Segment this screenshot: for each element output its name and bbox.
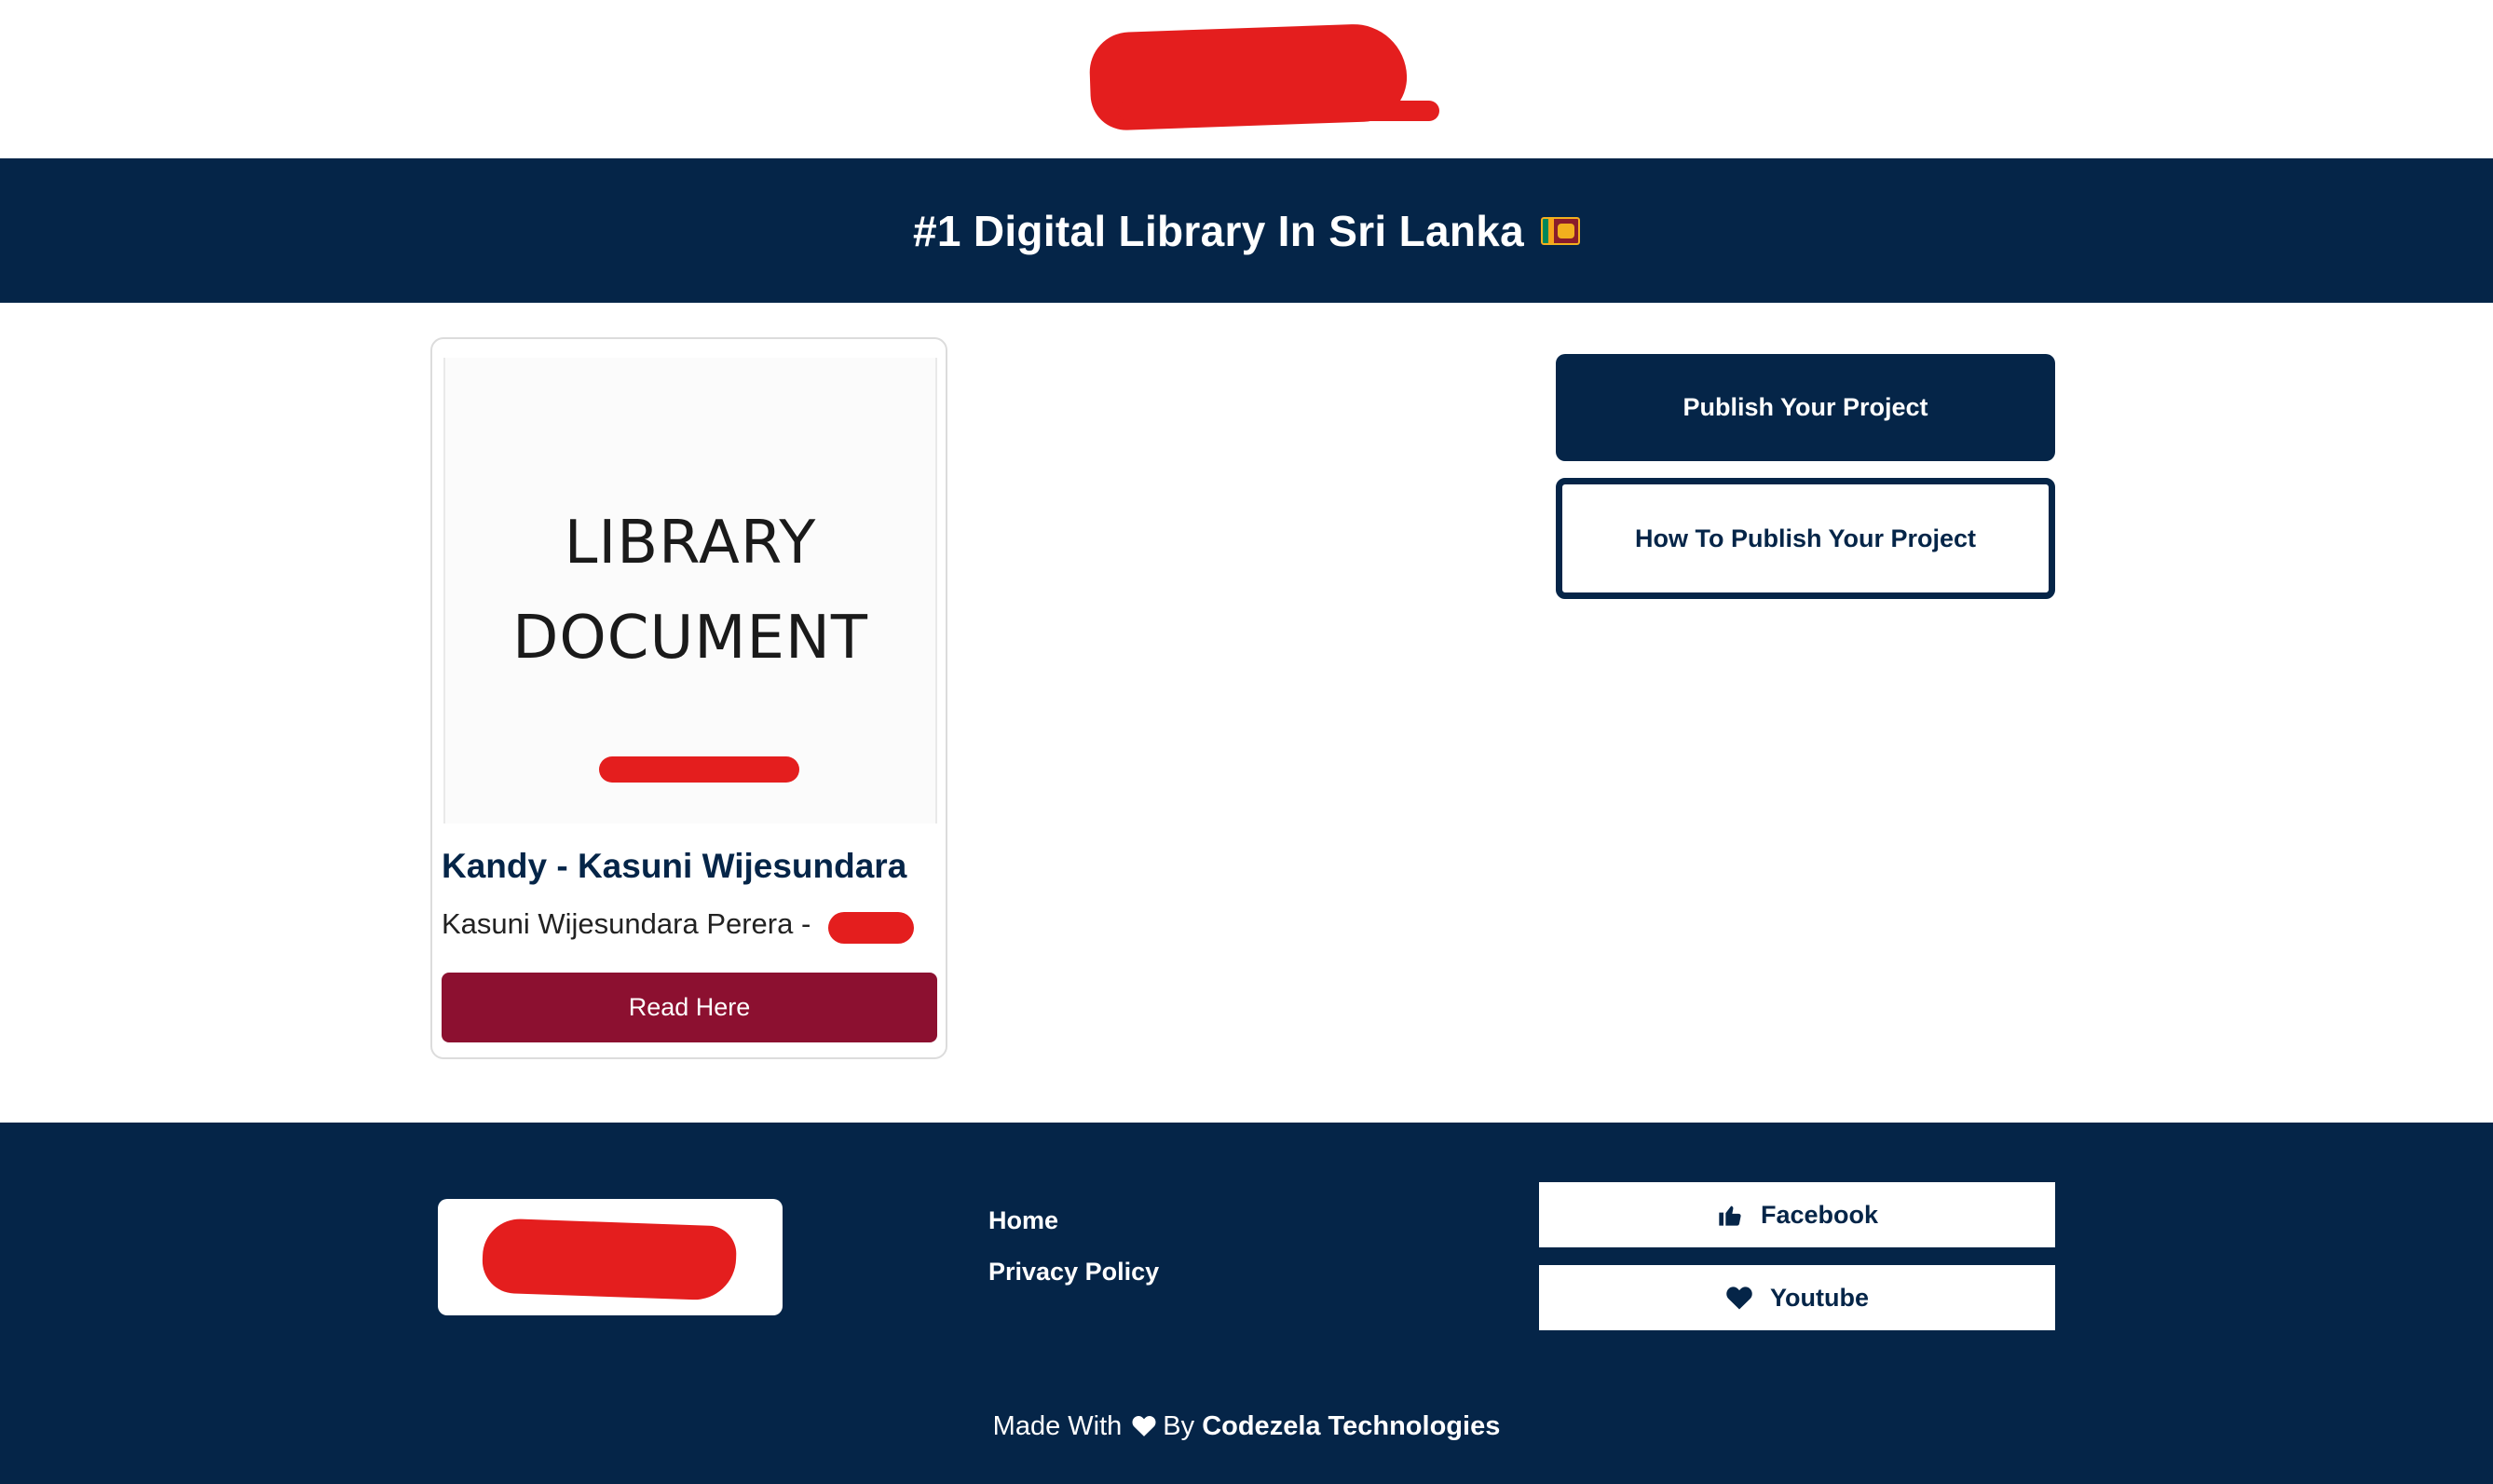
sri-lanka-flag-icon bbox=[1541, 216, 1581, 245]
youtube-label: Youtube bbox=[1770, 1283, 1869, 1312]
publish-project-button[interactable]: Publish Your Project bbox=[1556, 354, 2055, 461]
hero-banner: #1 Digital Library In Sri Lanka bbox=[0, 158, 2493, 303]
thumbnail-text-line-1: LIBRARY bbox=[564, 509, 817, 578]
footer-credit: Made With By Codezela Technologies bbox=[0, 1411, 2493, 1442]
author-redaction bbox=[828, 912, 914, 944]
heart-icon bbox=[1132, 1415, 1156, 1436]
footer-link-home[interactable]: Home bbox=[988, 1206, 1058, 1235]
document-thumbnail[interactable]: LIBRARY DOCUMENT bbox=[443, 358, 937, 824]
thumbnail-redaction bbox=[599, 756, 799, 783]
document-card: LIBRARY DOCUMENT Kandy - Kasuni Wijesund… bbox=[430, 337, 947, 1059]
document-title: Kandy - Kasuni Wijesundara bbox=[442, 847, 907, 885]
heart-icon bbox=[1726, 1287, 1752, 1310]
footer-link-privacy-policy[interactable]: Privacy Policy bbox=[988, 1258, 1159, 1287]
banner-title: #1 Digital Library In Sri Lanka bbox=[912, 206, 1525, 255]
document-author: Kasuni Wijesundara Perera - bbox=[442, 907, 811, 940]
credit-company-link[interactable]: Codezela Technologies bbox=[1202, 1411, 1500, 1441]
footer-logo[interactable] bbox=[438, 1199, 783, 1315]
site-header-logo-area bbox=[0, 0, 2493, 158]
credit-prefix: Made With bbox=[992, 1411, 1123, 1441]
footer-logo-redacted bbox=[481, 1218, 738, 1301]
facebook-label: Facebook bbox=[1760, 1200, 1879, 1229]
facebook-button[interactable]: Facebook bbox=[1539, 1182, 2055, 1247]
youtube-button[interactable]: Youtube bbox=[1539, 1265, 2055, 1330]
thumbs-up-icon bbox=[1719, 1205, 1741, 1226]
how-to-publish-button[interactable]: How To Publish Your Project bbox=[1556, 478, 2055, 599]
read-here-button[interactable]: Read Here bbox=[442, 973, 937, 1042]
site-logo-redacted-stroke bbox=[1118, 101, 1439, 121]
credit-by: By bbox=[1163, 1411, 1195, 1441]
footer: Home Privacy Policy Facebook Youtube Mad… bbox=[0, 1123, 2493, 1484]
thumbnail-text-line-2: DOCUMENT bbox=[512, 604, 868, 673]
